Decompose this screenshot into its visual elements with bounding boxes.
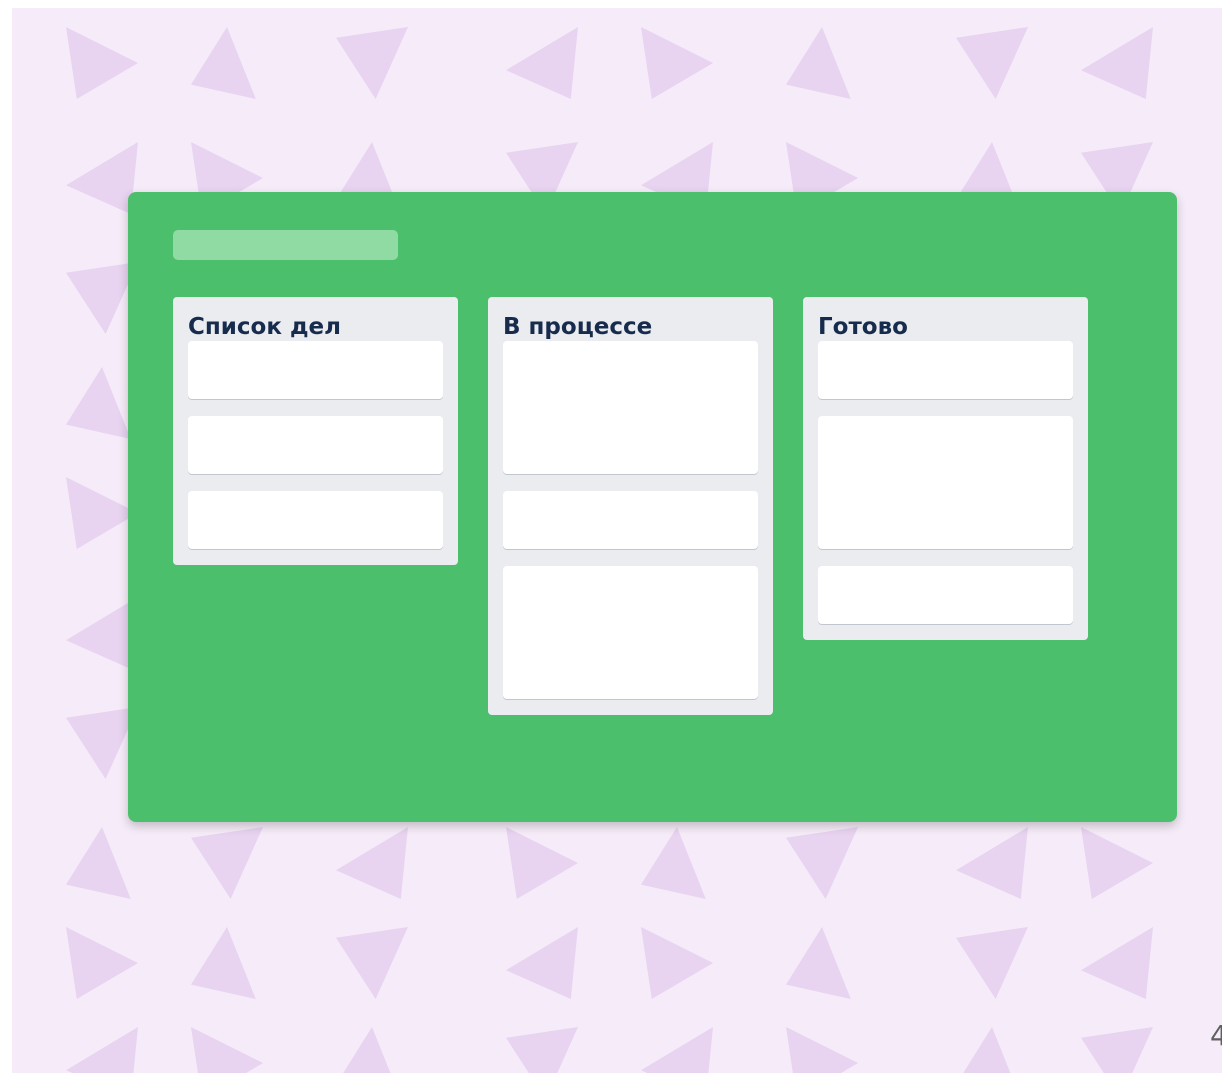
- pattern-triangle: [506, 827, 578, 899]
- pattern-triangle: [191, 827, 263, 899]
- pattern-triangle: [191, 1027, 263, 1073]
- pattern-triangle: [1081, 27, 1153, 99]
- list-todo: Список дел: [173, 297, 458, 565]
- list-title-in-progress: В процессе: [503, 314, 653, 340]
- card-placeholder: [188, 491, 443, 549]
- pattern-triangle: [1081, 1027, 1153, 1073]
- card-placeholder: [818, 566, 1073, 624]
- pattern-triangle: [786, 27, 851, 99]
- list-in-progress: В процессе: [488, 297, 773, 715]
- pattern-triangle: [506, 27, 578, 99]
- pattern-triangle: [1081, 927, 1153, 999]
- card-placeholder: [503, 566, 758, 699]
- pattern-triangle: [336, 927, 408, 999]
- card-placeholder: [503, 491, 758, 549]
- pattern-triangle: [786, 927, 851, 999]
- pattern-triangle: [956, 927, 1028, 999]
- page-number: 4: [1210, 1019, 1222, 1052]
- pattern-triangle: [336, 27, 408, 99]
- card-placeholder: [188, 341, 443, 399]
- pattern-triangle: [641, 1027, 713, 1073]
- slide-canvas: Список дел В процессе Готово 4: [12, 8, 1222, 1073]
- card-placeholder: [188, 416, 443, 474]
- kanban-board-illustration: Список дел В процессе Готово: [128, 192, 1177, 822]
- pattern-triangle: [66, 927, 138, 999]
- pattern-triangle: [963, 1027, 1011, 1073]
- pattern-triangle: [506, 1027, 578, 1073]
- board-title-placeholder: [173, 230, 398, 260]
- pattern-triangle: [786, 827, 858, 899]
- pattern-triangle: [336, 827, 408, 899]
- pattern-triangle: [66, 827, 131, 899]
- pattern-triangle: [641, 927, 713, 999]
- pattern-triangle: [641, 27, 713, 99]
- pattern-triangle: [66, 27, 138, 99]
- list-title-done: Готово: [818, 314, 908, 340]
- card-placeholder: [503, 341, 758, 474]
- pattern-triangle: [641, 827, 706, 899]
- pattern-triangle: [786, 1027, 858, 1073]
- card-placeholder: [818, 416, 1073, 549]
- pattern-triangle: [343, 1027, 391, 1073]
- pattern-triangle: [66, 1027, 138, 1073]
- card-placeholder: [818, 341, 1073, 399]
- list-title-todo: Список дел: [188, 314, 341, 340]
- pattern-triangle: [191, 27, 256, 99]
- pattern-triangle: [66, 367, 131, 439]
- list-done: Готово: [803, 297, 1088, 640]
- pattern-triangle: [956, 27, 1028, 99]
- pattern-triangle: [506, 927, 578, 999]
- pattern-triangle: [956, 827, 1028, 899]
- pattern-triangle: [1081, 827, 1153, 899]
- pattern-triangle: [191, 927, 256, 999]
